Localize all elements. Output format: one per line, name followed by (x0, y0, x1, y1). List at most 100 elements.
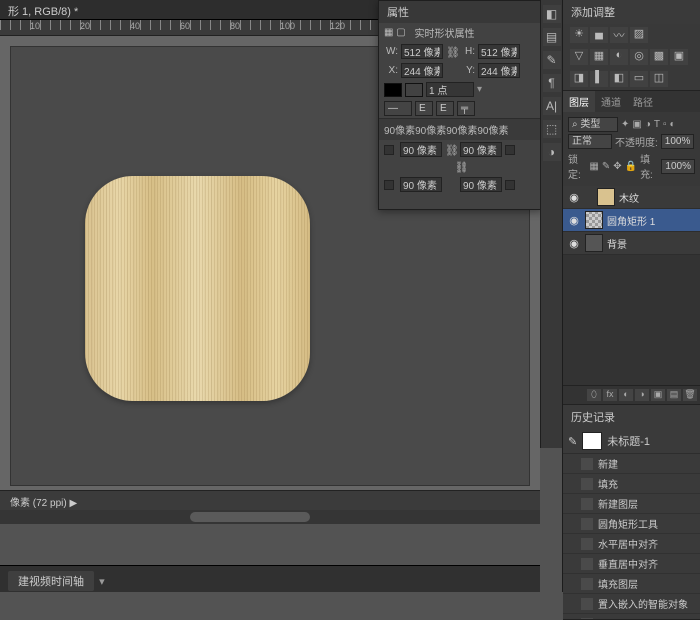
lock-icon[interactable]: ✥ (613, 161, 621, 172)
lookup-icon[interactable]: ▣ (670, 49, 688, 65)
stroke-type-select[interactable]: — (384, 101, 412, 116)
radius-tr-input[interactable] (460, 142, 502, 157)
vibrance-icon[interactable]: ▽ (570, 49, 588, 65)
tab-layers[interactable]: 图层 (563, 91, 595, 112)
filter-icon[interactable]: ▣ (632, 119, 641, 130)
link-layers-icon[interactable]: ⬯ (587, 389, 601, 401)
photofilter-icon[interactable]: ◎ (630, 49, 648, 65)
history-item[interactable]: 水平居中对齐 (563, 534, 700, 554)
scrollbar-thumb[interactable] (190, 512, 310, 522)
tool-icon[interactable]: ◑ (543, 143, 561, 161)
filter-icon[interactable]: ◑ (645, 119, 651, 130)
link-radii-icon[interactable]: ⛓ (445, 144, 457, 156)
layer-thumb[interactable] (585, 211, 603, 229)
layer-name[interactable]: 圆角矩形 1 (607, 213, 655, 228)
history-title[interactable]: 历史记录 (563, 405, 700, 429)
layer-thumb[interactable] (585, 234, 603, 252)
link-icon[interactable]: ⛓ (455, 161, 467, 173)
horizontal-scrollbar[interactable] (0, 510, 540, 524)
lock-icon[interactable]: ✎ (602, 161, 610, 172)
tool-icon[interactable]: A| (543, 97, 561, 115)
align-select[interactable]: ╤ (457, 101, 475, 116)
corner-select[interactable]: E (436, 101, 454, 116)
x-input[interactable] (401, 63, 443, 78)
lock-icon[interactable]: ▦ (589, 161, 598, 172)
selcolor-icon[interactable]: ◫ (650, 71, 668, 87)
properties-tab[interactable]: 属性 (379, 1, 542, 23)
cap-select[interactable]: E (415, 101, 433, 116)
tool-icon[interactable]: ¶ (543, 74, 561, 92)
tool-icon[interactable]: ◧ (543, 5, 561, 23)
link-wh-icon[interactable]: ⛓ (446, 46, 458, 58)
layer-name[interactable]: 木纹 (619, 190, 639, 205)
blend-mode-select[interactable]: 正常 (568, 134, 612, 149)
opacity-input[interactable]: 100% (661, 134, 695, 149)
mask-icon[interactable]: ◐ (619, 389, 633, 401)
history-item[interactable]: 创建剪贴蒙版 (563, 614, 700, 619)
create-timeline-button[interactable]: 建视频时间轴 (8, 571, 94, 591)
brightness-icon[interactable]: ☀ (570, 27, 588, 43)
corner-br-check[interactable] (505, 180, 515, 190)
thresh-icon[interactable]: ◧ (610, 71, 628, 87)
chmix-icon[interactable]: ▩ (650, 49, 668, 65)
group-icon[interactable]: ▣ (651, 389, 665, 401)
layer-row[interactable]: ◉ 木纹 (563, 186, 700, 209)
filter-icon[interactable]: ▫ (663, 119, 667, 130)
y-input[interactable] (478, 63, 520, 78)
new-layer-icon[interactable]: ▤ (667, 389, 681, 401)
hsl-icon[interactable]: ▦ (590, 49, 608, 65)
height-input[interactable] (478, 44, 520, 59)
invert-icon[interactable]: ◨ (570, 71, 588, 87)
corner-bl-check[interactable] (384, 180, 394, 190)
filter-icon[interactable]: ◐ (670, 119, 676, 130)
corner-tr-check[interactable] (505, 145, 515, 155)
lock-icon[interactable]: 🔒 (625, 161, 637, 172)
exposure-icon[interactable]: ▨ (630, 27, 648, 43)
stroke-swatch[interactable] (405, 83, 423, 97)
history-item[interactable]: 置入嵌入的智能对象 (563, 594, 700, 614)
history-item[interactable]: 填充图层 (563, 574, 700, 594)
document-info-tab[interactable]: 像素 (72 ppi) ▶ (0, 490, 540, 510)
layer-thumb[interactable] (597, 188, 615, 206)
tab-paths[interactable]: 路径 (627, 91, 659, 112)
fill-swatch[interactable] (384, 83, 402, 97)
fx-icon[interactable]: fx (603, 389, 617, 401)
history-item[interactable]: 圆角矩形工具 (563, 514, 700, 534)
snapshot-thumb[interactable] (582, 432, 602, 450)
delete-icon[interactable]: 🗑 (683, 389, 697, 401)
adj-layer-icon[interactable]: ◑ (635, 389, 649, 401)
fill-input[interactable]: 100% (661, 159, 695, 174)
adjustments-row2: ▽▦◐◎▩▣ (563, 46, 700, 68)
filter-icon[interactable]: ✦ (621, 119, 629, 130)
bw-icon[interactable]: ◐ (610, 49, 628, 65)
visibility-icon[interactable]: ◉ (567, 237, 581, 250)
curves-icon[interactable]: 〰 (610, 27, 628, 43)
visibility-icon[interactable]: ◉ (567, 214, 581, 227)
width-input[interactable] (401, 44, 443, 59)
layer-name[interactable]: 背景 (607, 236, 627, 251)
levels-icon[interactable]: ▄ (590, 27, 608, 43)
radius-tl-input[interactable] (400, 142, 442, 157)
tool-icon[interactable]: ⬚ (543, 120, 561, 138)
history-doc-row[interactable]: ✎未标题-1 (563, 429, 700, 454)
radius-bl-input[interactable] (400, 177, 442, 192)
radii-summary: 90像素90像素90像素90像素 (379, 118, 542, 140)
filter-type-select[interactable]: ⌕ 类型 (568, 117, 618, 132)
tab-channels[interactable]: 通道 (595, 91, 627, 112)
layer-row[interactable]: ◉ 圆角矩形 1 (563, 209, 700, 232)
rounded-rectangle-shape[interactable] (85, 176, 310, 401)
history-item[interactable]: 垂直居中对齐 (563, 554, 700, 574)
corner-tl-check[interactable] (384, 145, 394, 155)
visibility-icon[interactable]: ◉ (567, 191, 581, 204)
gradmap-icon[interactable]: ▭ (630, 71, 648, 87)
tool-icon[interactable]: ▤ (543, 28, 561, 46)
layer-row[interactable]: ◉ 背景 (563, 232, 700, 255)
history-item[interactable]: 新建图层 (563, 494, 700, 514)
stroke-width-input[interactable] (426, 82, 474, 97)
radius-br-input[interactable] (460, 177, 502, 192)
poster-icon[interactable]: ▌ (590, 71, 608, 87)
tool-icon[interactable]: ✎ (543, 51, 561, 69)
history-item[interactable]: 新建 (563, 454, 700, 474)
filter-icon[interactable]: T (654, 119, 660, 130)
history-item[interactable]: 填充 (563, 474, 700, 494)
